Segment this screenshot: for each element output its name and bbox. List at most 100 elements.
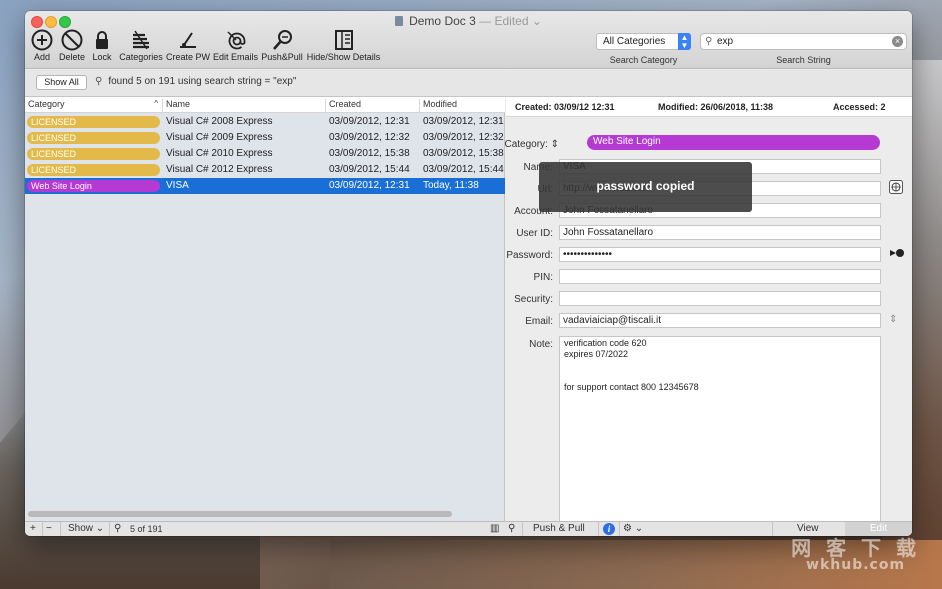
clear-search-icon[interactable]: ×: [892, 36, 903, 47]
edit-mode-button[interactable]: Edit: [845, 522, 912, 536]
search-category-label: Search Category: [609, 55, 678, 65]
detail-pane: Created: 03/09/12 12:31 Modified: 26/06/…: [504, 97, 912, 526]
search-input[interactable]: ⚲ exp ×: [700, 33, 907, 50]
cell-created: 03/09/2012, 12:32: [329, 132, 410, 143]
hide-show-details-button[interactable]: Hide/Show Details: [306, 29, 381, 62]
push-pull-label: Push&Pull: [261, 52, 303, 62]
category-pill[interactable]: Web Site Login: [587, 135, 880, 150]
password-copied-hud: password copied: [539, 162, 752, 212]
note-textarea[interactable]: verification code 620 expires 07/2022 for …: [559, 336, 881, 526]
category-badge: Web Site Login: [27, 180, 160, 192]
push-pull-icon: [270, 29, 294, 51]
create-pw-label: Create PW: [166, 52, 211, 62]
table-row[interactable]: LICENSED Visual C# 2012 Express 03/09/2012…: [25, 162, 505, 178]
note-line: for support contact 800 12345678: [564, 382, 699, 392]
divider: [109, 522, 110, 536]
push-pull-small-icon[interactable]: ⚲: [508, 523, 515, 534]
note-label: Note:: [529, 339, 553, 350]
show-all-button[interactable]: Show All: [36, 75, 87, 90]
add-label: Add: [33, 52, 50, 62]
cell-created: 03/09/2012, 12:31: [329, 180, 410, 191]
table-row[interactable]: LICENSED Visual C# 2008 Express 03/09/2012…: [25, 114, 505, 130]
table-row[interactable]: LICENSED Visual C# 2009 Express 03/09/2012…: [25, 130, 505, 146]
add-record-button[interactable]: +: [30, 523, 36, 534]
cell-name: Visual C# 2010 Express: [166, 148, 273, 159]
divider: [598, 522, 599, 536]
search-icon: ⚲: [95, 76, 103, 87]
divider: [619, 522, 620, 536]
create-pw-button[interactable]: Create PW: [166, 29, 210, 62]
delete-button[interactable]: Delete: [58, 29, 86, 62]
edit-emails-button[interactable]: Edit Emails: [213, 29, 258, 62]
push-pull-button[interactable]: Push&Pull: [261, 29, 303, 62]
column-header-category[interactable]: Category ^: [25, 99, 163, 113]
copy-password-icon[interactable]: [889, 247, 905, 262]
password-label: Password:: [506, 250, 553, 261]
window-title-text: Demo Doc 3: [409, 14, 476, 28]
bottom-bar: + − Show ⌄ ⚲ 5 of 191 ▥ ⚲ Push & Pull i …: [25, 521, 912, 536]
create-password-icon: [176, 29, 200, 51]
category-select[interactable]: All Categories ▲ ▼: [596, 33, 691, 50]
search-icon: ⚲: [705, 36, 713, 47]
security-label: Security:: [514, 294, 553, 305]
category-badge: LICENSED: [27, 164, 160, 176]
lock-button[interactable]: Lock: [90, 29, 114, 62]
cell-created: 03/09/2012, 15:38: [329, 148, 410, 159]
cell-name: Visual C# 2009 Express: [166, 132, 273, 143]
user-id-label: User ID:: [516, 228, 553, 239]
search-value: exp: [717, 36, 734, 47]
categories-icon: [129, 29, 153, 51]
column-header-category-text: Category: [28, 99, 65, 109]
note-line: expires 07/2022: [564, 349, 629, 359]
updown-icon: ⇕: [550, 139, 559, 150]
record-count: 5 of 191: [130, 524, 163, 534]
open-url-icon[interactable]: [889, 180, 903, 197]
delete-label: Delete: [58, 52, 85, 62]
add-button[interactable]: Add: [30, 29, 54, 62]
chevron-down-icon: ⌄: [634, 523, 644, 534]
table-row[interactable]: LICENSED Visual C# 2010 Express 03/09/2012…: [25, 146, 505, 162]
add-circle-icon: [30, 29, 54, 51]
sidebar-toggle-icon[interactable]: ▥: [490, 523, 499, 534]
horizontal-scrollbar[interactable]: [28, 511, 452, 517]
gear-menu[interactable]: ⚙ ⌄: [623, 523, 643, 534]
window-title: Demo Doc 3 — Edited ⌄: [25, 14, 912, 28]
table-row[interactable]: Web Site Login VISA 03/09/2012, 12:31 Today…: [25, 178, 505, 194]
show-popup[interactable]: Show ⌄: [68, 523, 104, 534]
gear-icon: ⚙: [623, 523, 632, 534]
edited-indicator[interactable]: — Edited ⌄: [479, 14, 542, 28]
filter-bar: Show All ⚲ found 5 on 191 using search st…: [25, 70, 912, 97]
email-field[interactable]: vadaviaiciap@tiscali.it: [559, 313, 881, 328]
modified-meta: Modified: 26/06/2018, 11:38: [658, 102, 774, 112]
chevron-down-icon: ⌄: [95, 523, 105, 534]
app-window: Demo Doc 3 — Edited ⌄ Add Delete Lock Ca…: [25, 11, 912, 536]
category-label-text: Category:: [504, 139, 548, 150]
categories-label: Categories: [119, 52, 163, 62]
security-field[interactable]: [559, 291, 881, 306]
divider: [522, 522, 523, 536]
category-select-value: All Categories: [603, 36, 666, 47]
table-header: Category ^ Name Created Modified: [25, 97, 505, 113]
push-pull-bottom-button[interactable]: Push & Pull: [533, 523, 585, 534]
categories-button[interactable]: Categories: [119, 29, 163, 62]
show-popup-label: Show: [68, 523, 94, 534]
password-field[interactable]: ••••••••••••••: [559, 247, 881, 262]
note-line: verification code 620: [564, 338, 647, 348]
remove-record-button[interactable]: −: [46, 523, 52, 534]
email-stepper-icon[interactable]: ⇕: [889, 314, 897, 325]
created-meta: Created: 03/09/12 12:31: [515, 102, 615, 112]
divider: [42, 522, 43, 536]
info-icon[interactable]: i: [603, 523, 615, 535]
user-id-field[interactable]: John Fossatanellaro: [559, 225, 881, 240]
note-line: [564, 360, 876, 371]
view-mode-button[interactable]: View: [797, 523, 819, 534]
search-icon: ⚲: [114, 523, 122, 534]
stepper-arrows-icon: ▲ ▼: [678, 33, 691, 50]
column-header-modified[interactable]: Modified: [420, 99, 505, 113]
column-header-created[interactable]: Created: [326, 99, 420, 113]
lock-icon: [90, 29, 114, 51]
cell-name: Visual C# 2008 Express: [166, 116, 273, 127]
cell-created: 03/09/2012, 12:31: [329, 116, 410, 127]
column-header-name[interactable]: Name: [163, 99, 326, 113]
pin-field[interactable]: [559, 269, 881, 284]
